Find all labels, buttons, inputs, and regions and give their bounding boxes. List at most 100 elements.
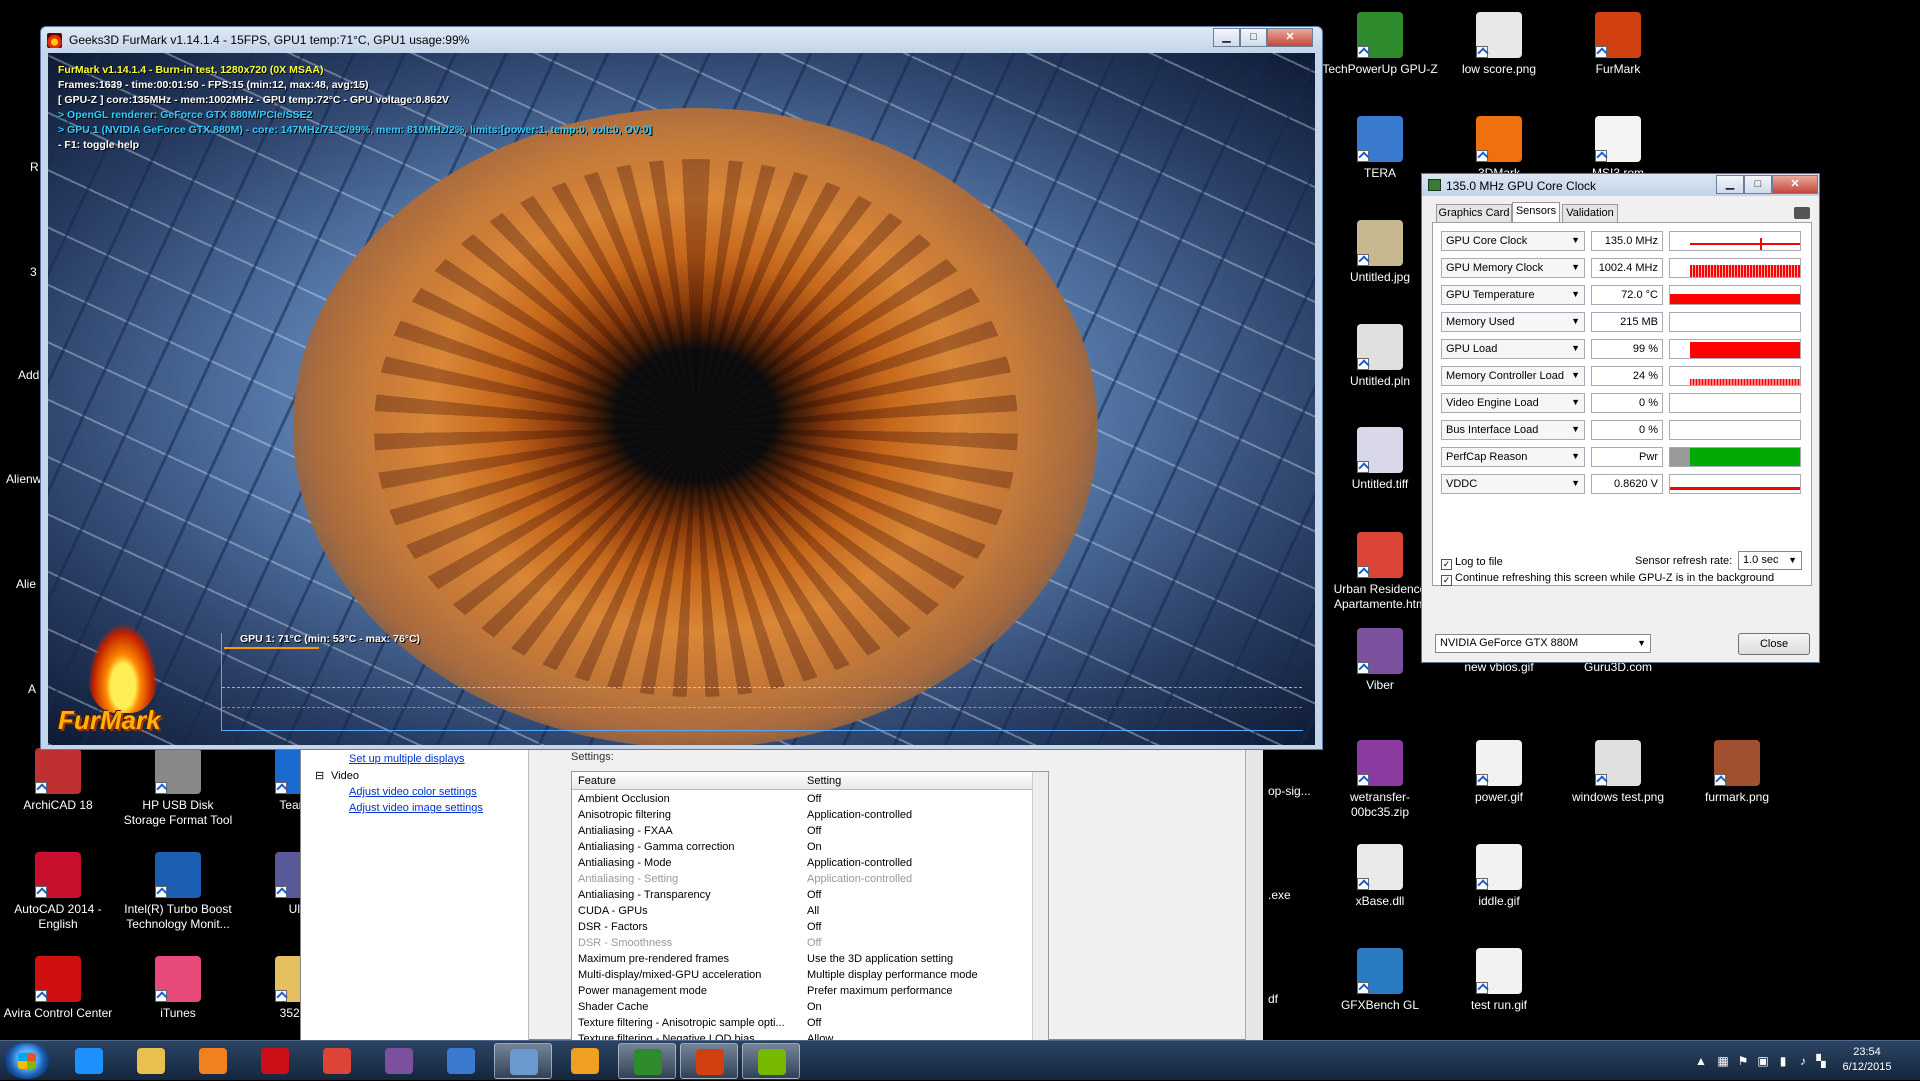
table-row[interactable]: Anisotropic filtering Application-control… [572,808,1032,824]
desktop-icon-low-score-png[interactable]: low score.png [1441,12,1557,77]
desktop-icon-iddle-gif[interactable]: iddle.gif [1441,844,1557,909]
log-to-file-checkbox[interactable]: ✓ Log to file [1441,556,1503,570]
desktop-icon-avira-control-center[interactable]: Avira Control Center [0,956,116,1021]
table-row[interactable]: Antialiasing - Gamma correction On [572,840,1032,856]
desktop-icon-itunes[interactable]: iTunes [120,956,236,1021]
sensor-name-dropdown[interactable]: Memory Used ▼ [1441,312,1585,332]
furmark-render-canvas[interactable]: FurMark v1.14.1.4 - Burn-in test, 1280x7… [48,53,1315,745]
table-row[interactable]: Power management mode Prefer maximum perf… [572,984,1032,1000]
taskbar-button-opera[interactable] [246,1043,304,1079]
taskbar-button-viber[interactable] [370,1043,428,1079]
furmark-window[interactable]: Geeks3D FurMark v1.14.1.4 - 15FPS, GPU1 … [40,26,1323,750]
settings-table[interactable]: Feature Setting Ambient Occlusion Off Anis… [571,771,1049,1040]
gpuz-close-dialog-button[interactable]: Close [1738,633,1810,655]
desktop-icon-furmark-png[interactable]: furmark.png [1679,740,1795,805]
desktop-icon-furmark[interactable]: FurMark [1560,12,1676,77]
desktop-icon-archicad-18[interactable]: ArchiCAD 18 [0,748,116,813]
tray-volume-icon[interactable]: ♪ [1796,1054,1810,1068]
table-row[interactable]: Multi-display/mixed-GPU acceleration Mult… [572,968,1032,984]
cut-off-icon-label[interactable]: Alienw [6,472,41,486]
tray-action-center-icon[interactable]: ⚑ [1736,1054,1750,1068]
column-setting[interactable]: Setting [807,775,841,787]
minimize-button[interactable]: ▁ [1213,28,1240,47]
desktop-icon-3dmark[interactable]: 3DMark [1441,116,1557,181]
gpuz-minimize-button[interactable]: ▁ [1716,175,1744,194]
desktop-icon-xbase-dll[interactable]: xBase.dll [1322,844,1438,909]
desktop-icon-intel-r-turbo-boost-technology-monit[interactable]: Intel(R) Turbo Boost Technology Monit... [120,852,236,932]
tray-signal-icon[interactable]: ▮ [1776,1054,1790,1068]
tray-expand-icon[interactable]: ▲ [1694,1054,1708,1068]
taskbar-button-nvidia-control-panel-window[interactable] [494,1043,552,1079]
sensor-name-dropdown[interactable]: VDDC ▼ [1441,474,1585,494]
clock[interactable]: 23:54 6/12/2015 [1826,1045,1908,1075]
table-row[interactable]: Texture filtering - Negative LOD bias All… [572,1032,1032,1040]
close-button[interactable]: ✕ [1267,28,1313,47]
table-row[interactable]: CUDA - GPUs All [572,904,1032,920]
cut-off-icon-label[interactable]: Alie [16,577,36,591]
table-row[interactable]: DSR - Factors Off [572,920,1032,936]
sensor-name-dropdown[interactable]: Video Engine Load ▼ [1441,393,1585,413]
cut-off-icon-label[interactable]: op-sig... [1268,784,1311,798]
sensor-name-dropdown[interactable]: GPU Core Clock ▼ [1441,231,1585,251]
taskbar-button-gpu-z[interactable] [618,1043,676,1079]
gpuz-maximize-button[interactable]: □ [1744,175,1772,194]
taskbar-button-internet-explorer[interactable] [60,1043,118,1079]
desktop-icon-gfxbench-gl[interactable]: GFXBench GL [1322,948,1438,1013]
desktop-icon-msi3-rom[interactable]: MSI3.rom [1560,116,1676,181]
tab-graphics-card[interactable]: Graphics Card [1436,204,1512,223]
cut-off-icon-label[interactable]: A [28,682,36,696]
table-row[interactable]: Antialiasing - FXAA Off [572,824,1032,840]
desktop-icon-autocad-2014-english[interactable]: AutoCAD 2014 - English [0,852,116,932]
tree-link-set-up-multiple-displays[interactable]: Set up multiple displays [349,753,465,765]
sensor-name-dropdown[interactable]: GPU Temperature ▼ [1441,285,1585,305]
desktop-icon-tera[interactable]: TERA [1322,116,1438,181]
taskbar-button-nvidia[interactable] [742,1043,800,1079]
refresh-rate-select[interactable]: 1.0 sec ▼ [1738,551,1802,570]
gpuz-close-button[interactable]: ✕ [1772,175,1818,194]
gpu-select[interactable]: NVIDIA GeForce GTX 880M ▼ [1435,634,1651,653]
maximize-button[interactable]: □ [1240,28,1267,47]
tray-windows-flag-icon[interactable]: ▦ [1716,1054,1730,1068]
table-row[interactable]: Ambient Occlusion Off [572,792,1032,808]
cut-off-icon-label[interactable]: df [1268,992,1278,1006]
column-feature[interactable]: Feature [578,775,616,787]
desktop-icon-test-run-gif[interactable]: test run.gif [1441,948,1557,1013]
desktop-icon-hp-usb-disk-storage-format-tool[interactable]: HP USB Disk Storage Format Tool [120,748,236,828]
sensor-name-dropdown[interactable]: PerfCap Reason ▼ [1441,447,1585,467]
tray-gpu-icon[interactable]: ▣ [1756,1054,1770,1068]
tree-link-adjust-video-image[interactable]: Adjust video image settings [349,802,483,814]
sensor-name-dropdown[interactable]: Memory Controller Load ▼ [1441,366,1585,386]
taskbar-button-outlook[interactable] [556,1043,614,1079]
tree-expand-icon[interactable]: ⊟ [315,769,324,782]
gpuz-window[interactable]: 135.0 MHz GPU Core Clock ▁ □ ✕ Graphics … [1421,173,1820,663]
sensor-name-dropdown[interactable]: Bus Interface Load ▼ [1441,420,1585,440]
cut-off-icon-label[interactable]: .exe [1268,888,1291,902]
taskbar-button-explorer[interactable] [122,1043,180,1079]
cut-off-icon-label[interactable]: R [30,160,39,174]
table-row[interactable]: Antialiasing - Mode Application-controlle… [572,856,1032,872]
taskbar-button-tera[interactable] [432,1043,490,1079]
nvidia-control-panel-window[interactable]: Set up multiple displays ⊟ Video Adjust … [300,740,1262,1040]
desktop-icon-techpowerup-gpu-z[interactable]: TechPowerUp GPU-Z [1322,12,1438,77]
taskbar-button-furmark[interactable] [680,1043,738,1079]
start-button[interactable] [4,1043,50,1079]
table-row[interactable]: Antialiasing - Transparency Off [572,888,1032,904]
desktop-icon-wetransfer-00bc35-zip[interactable]: wetransfer-00bc35.zip [1322,740,1438,820]
table-row[interactable]: Texture filtering - Anisotropic sample o… [572,1016,1032,1032]
table-row[interactable]: DSR - Smoothness Off [572,936,1032,952]
table-row[interactable]: Maximum pre-rendered frames Use the 3D ap… [572,952,1032,968]
tab-validation[interactable]: Validation [1562,204,1618,223]
sensor-name-dropdown[interactable]: GPU Memory Clock ▼ [1441,258,1585,278]
gpuz-titlebar[interactable]: 135.0 MHz GPU Core Clock ▁ □ ✕ [1422,174,1819,196]
settings-scrollbar[interactable] [1032,772,1048,1040]
continue-refresh-checkbox[interactable]: ✓ Continue refreshing this screen while G… [1441,572,1774,586]
taskbar-button-chrome[interactable] [308,1043,366,1079]
cut-off-icon-label[interactable]: Add [18,368,39,382]
desktop-icon-windows-test-png[interactable]: windows test.png [1560,740,1676,805]
tree-node-video[interactable]: Video [331,770,359,782]
sensor-name-dropdown[interactable]: GPU Load ▼ [1441,339,1585,359]
furmark-titlebar[interactable]: Geeks3D FurMark v1.14.1.4 - 15FPS, GPU1 … [41,27,1322,53]
taskbar-button-media-player[interactable] [184,1043,242,1079]
tree-link-adjust-video-color[interactable]: Adjust video color settings [349,786,477,798]
table-row[interactable]: Shader Cache On [572,1000,1032,1016]
